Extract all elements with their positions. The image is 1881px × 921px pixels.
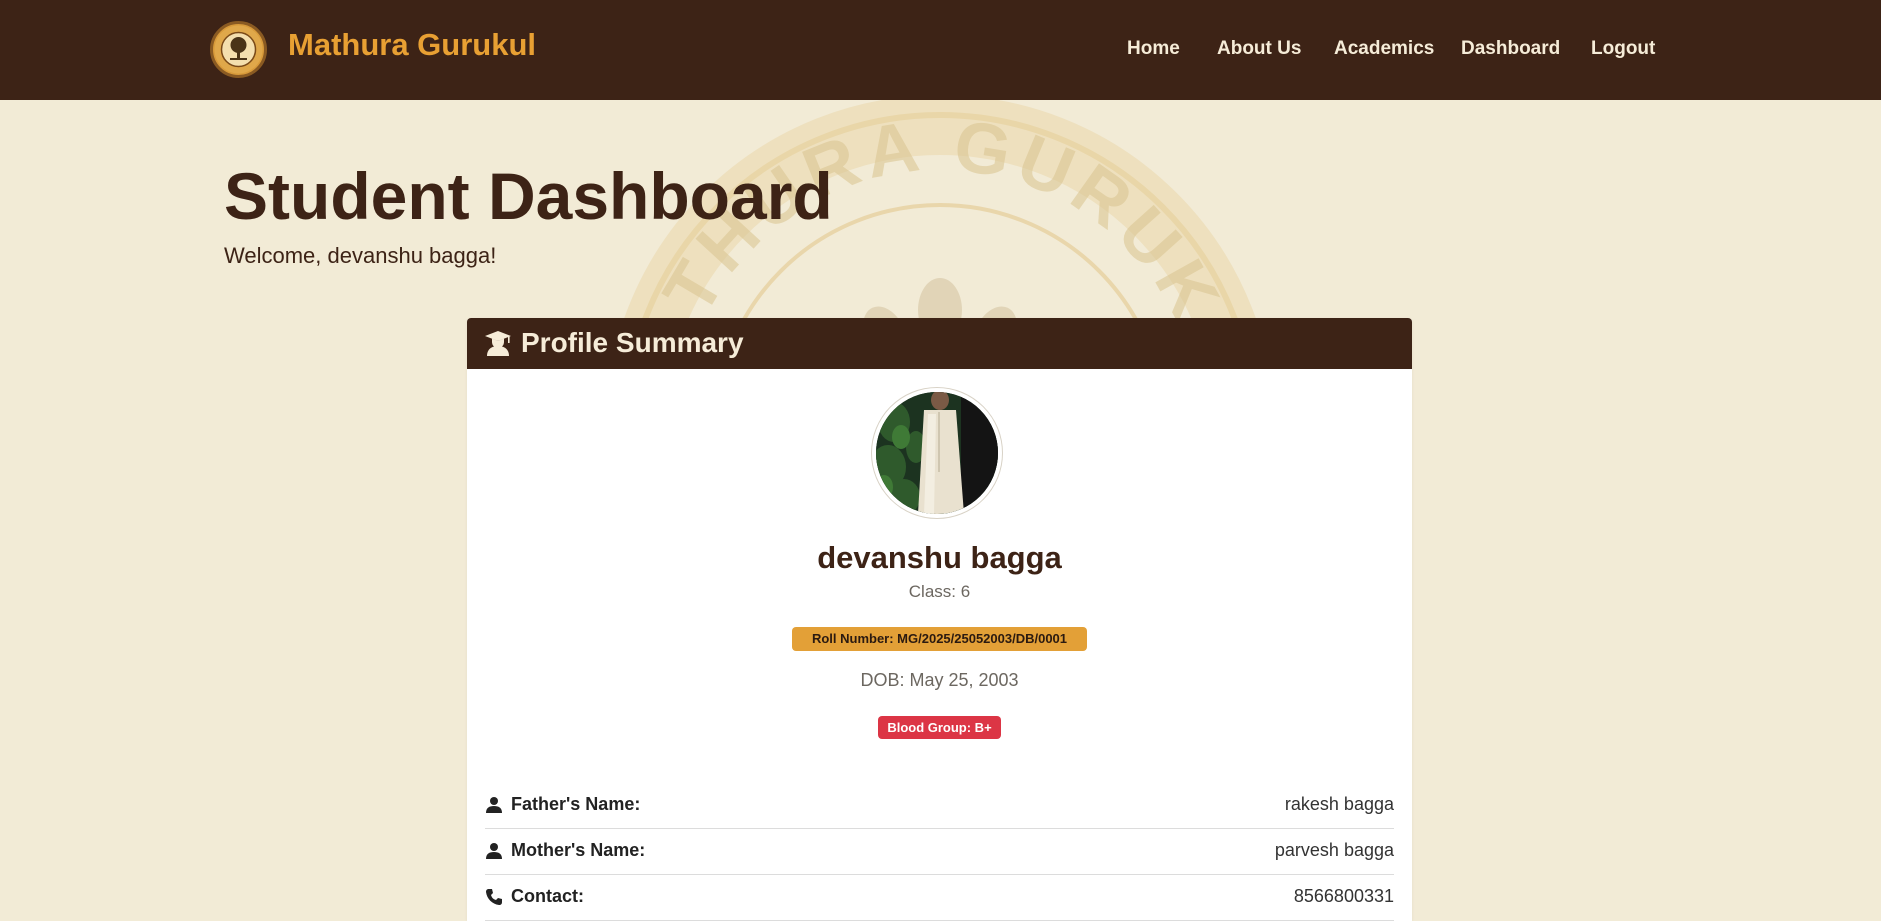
profile-card-title: Profile Summary [521,327,744,358]
student-avatar[interactable] [872,388,1002,518]
student-dob: DOB: May 25, 2003 [860,670,1019,690]
nav-home-link[interactable]: Home [1127,38,1180,60]
welcome-message: Welcome, devanshu bagga! [224,243,497,268]
contact-value: 8566800331 [1293,886,1394,906]
school-logo[interactable] [210,21,267,78]
blood-group-badge: Blood Group: B+ [878,716,1001,739]
user-icon [485,796,503,814]
page-title: Student Dashboard [224,159,833,233]
phone-icon [485,888,503,906]
father-name-row: Father's Name: rakesh bagga [485,783,1394,829]
contact-row: Contact: 8566800331 [485,875,1394,921]
top-navbar: Mathura Gurukul Home About Us Academics … [0,0,1881,100]
profile-summary-card: Profile Summary devanshu bagga Class: 6 … [467,318,1412,921]
contact-label: Contact: [511,886,584,906]
mother-name-label: Mother's Name: [511,840,646,860]
nav-academics-link[interactable]: Academics [1334,38,1434,60]
student-class: Class: 6 [908,582,971,601]
user-icon [485,842,503,860]
profile-card-header: Profile Summary [467,318,1412,369]
roll-number-badge: Roll Number: MG/2025/25052003/DB/0001 [792,627,1087,651]
mother-name-value: parvesh bagga [1274,840,1394,860]
nav-logout-link[interactable]: Logout [1591,38,1655,60]
father-name-value: rakesh bagga [1284,794,1394,814]
student-name: devanshu bagga [817,540,1062,575]
user-graduate-icon [484,329,512,357]
brand-name[interactable]: Mathura Gurukul [288,27,536,63]
nav-dashboard-link[interactable]: Dashboard [1461,38,1560,60]
mother-name-row: Mother's Name: parvesh bagga [485,829,1394,875]
father-name-label: Father's Name: [511,794,641,814]
nav-about-link[interactable]: About Us [1217,38,1301,60]
